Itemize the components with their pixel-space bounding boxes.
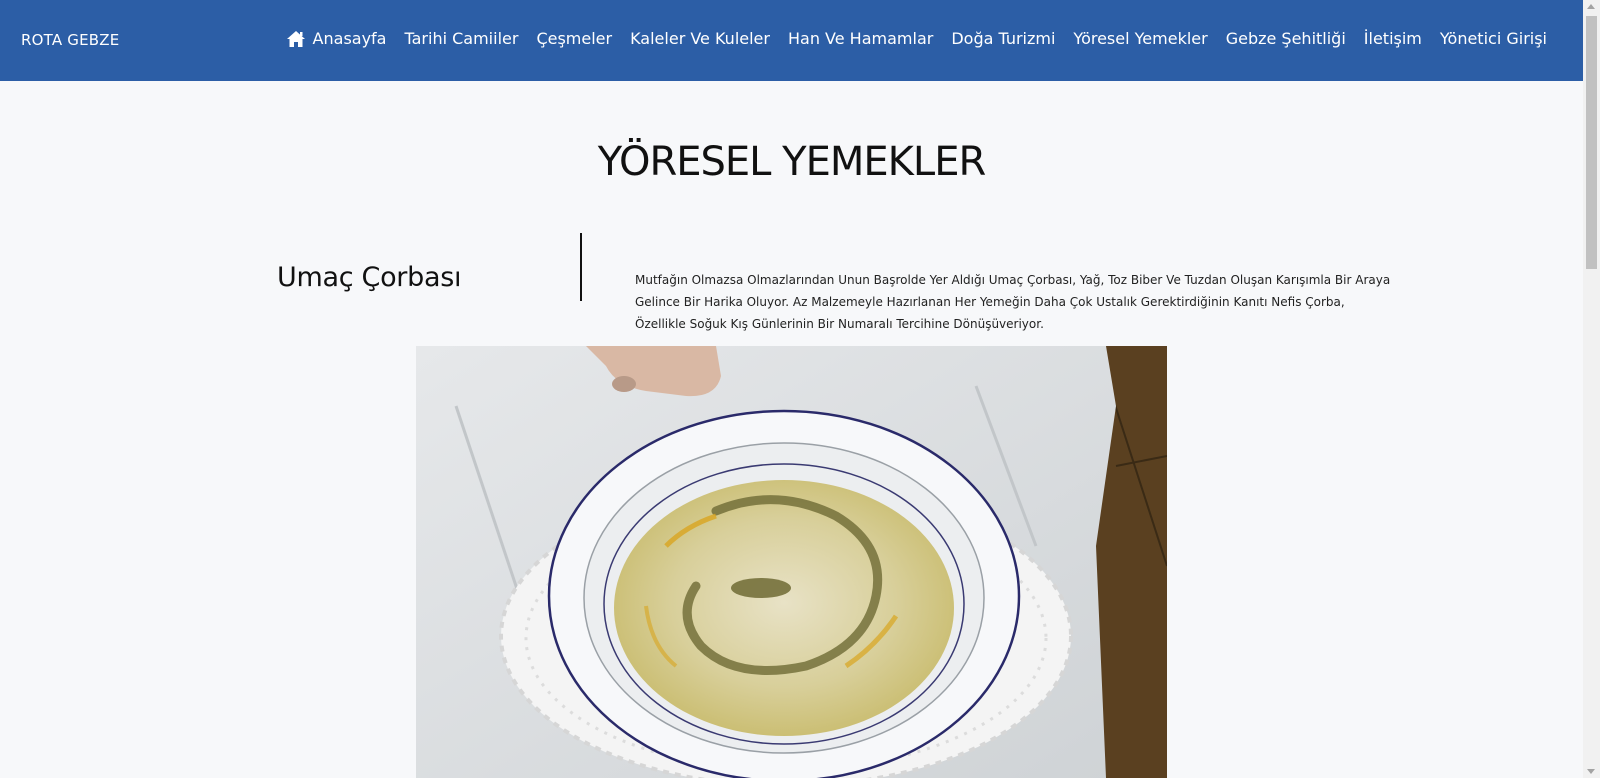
nav-link-yonetici-girisi[interactable]: Yönetici Girişi xyxy=(1440,28,1547,50)
nav-link-tarihi-camiiler[interactable]: Tarihi Camiiler xyxy=(404,28,518,50)
nav-link-kaleler-ve-kuleler[interactable]: Kaleler Ve Kuleler xyxy=(630,28,770,50)
scrollbar-thumb[interactable] xyxy=(1586,16,1597,269)
nav-link-yoresel-yemekler[interactable]: Yöresel Yemekler xyxy=(1073,28,1207,50)
nav-link-iletisim[interactable]: İletişim xyxy=(1364,28,1422,50)
nav-link-han-ve-hamamlar[interactable]: Han Ve Hamamlar xyxy=(788,28,933,50)
page-scrollbar[interactable] xyxy=(1583,0,1600,778)
nav-link-cesmeler[interactable]: Çeşmeler xyxy=(536,28,612,50)
vertical-divider xyxy=(580,233,582,301)
soup-photo xyxy=(416,346,1167,778)
dish-name-heading: Umaç Çorbası xyxy=(277,262,462,293)
dish-description: Mutfağın Olmazsa Olmazlarından Unun Başr… xyxy=(635,273,1391,331)
page-title: YÖRESEL YEMEKLER xyxy=(597,139,987,185)
soup-image-illustration xyxy=(416,346,1167,778)
scroll-up-arrow-icon[interactable] xyxy=(1587,4,1595,9)
top-navbar: ROTA GEBZE Anasayfa Tarihi Camiiler Çeşm… xyxy=(0,0,1583,81)
nav-link-anasayfa[interactable]: Anasayfa xyxy=(286,28,387,50)
brand-logo-link[interactable]: ROTA GEBZE xyxy=(21,30,119,50)
nav-link-gebze-sehitligi[interactable]: Gebze Şehitliği xyxy=(1226,28,1346,50)
home-icon xyxy=(286,30,306,48)
scroll-down-arrow-icon[interactable] xyxy=(1587,769,1595,774)
nav-link-label: Anasayfa xyxy=(312,29,387,48)
nav-link-doga-turizmi[interactable]: Doğa Turizmi xyxy=(951,28,1055,50)
nav-menu: Anasayfa Tarihi Camiiler Çeşmeler Kalele… xyxy=(286,28,1547,50)
